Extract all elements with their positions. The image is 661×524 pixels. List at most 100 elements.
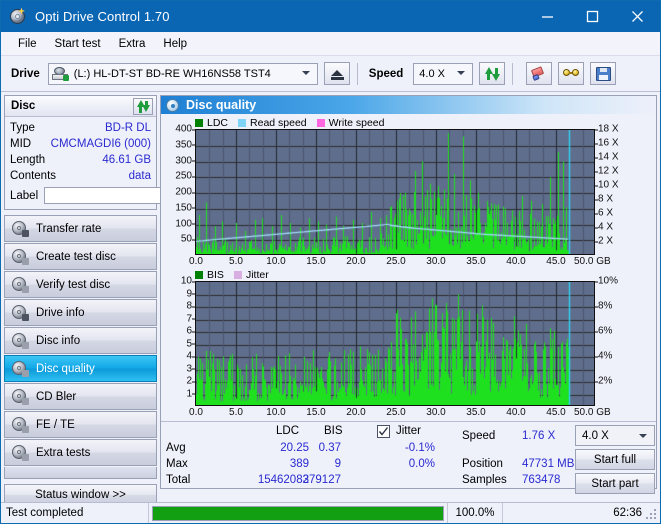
sidebar-item-disc-info[interactable]: Disc info bbox=[4, 327, 157, 354]
title-bar: Opti Drive Control 1.70 bbox=[1, 1, 660, 32]
test-speed-value: 4.0 X bbox=[582, 429, 609, 442]
menu-file[interactable]: File bbox=[9, 35, 46, 53]
resize-grip-icon[interactable] bbox=[646, 509, 658, 521]
menu-start-test[interactable]: Start test bbox=[46, 35, 110, 53]
y-tick-label: 6 X bbox=[594, 207, 614, 219]
x-tick-label: 0.0 bbox=[189, 256, 203, 268]
sidebar-item-label: Drive info bbox=[36, 306, 85, 319]
page-title: Disc quality bbox=[186, 98, 257, 113]
y-tick-label: 50 bbox=[180, 233, 196, 245]
y-tick-label: 7 bbox=[186, 313, 195, 325]
disc-row-contents: Contents data bbox=[10, 168, 151, 184]
inspect-button[interactable] bbox=[558, 62, 585, 85]
y-tick-label: 400 bbox=[175, 123, 195, 135]
legend-swatch-ldc bbox=[195, 118, 203, 127]
sidebar-item-cd-bler[interactable]: CD Bler bbox=[4, 383, 157, 410]
start-full-button[interactable]: Start full bbox=[575, 449, 655, 471]
menu-help[interactable]: Help bbox=[154, 35, 196, 53]
y-tick-label: 8 bbox=[186, 300, 195, 312]
disc-icon bbox=[11, 221, 29, 237]
y-tick-label: 250 bbox=[175, 170, 195, 182]
disc-icon bbox=[11, 445, 29, 461]
x-tick-label: 20.0 bbox=[346, 256, 366, 268]
nav-list: Transfer rate Create test disc Verify te… bbox=[4, 215, 157, 479]
speed-select[interactable]: 4.0 X bbox=[413, 62, 474, 85]
x-axis-unit-label: 50.0 GB bbox=[574, 407, 611, 419]
close-icon[interactable] bbox=[615, 1, 660, 32]
disc-row-contents-key: Contents bbox=[10, 170, 57, 182]
disc-icon bbox=[11, 417, 29, 433]
position-stat-label: Position bbox=[462, 458, 503, 471]
start-full-label: Start full bbox=[593, 453, 637, 466]
disc-icon bbox=[11, 361, 29, 377]
drive-select-value: (L:) HL-DT-ST BD-RE WH16NS58 TST4 bbox=[73, 67, 271, 80]
disc-refresh-button[interactable] bbox=[133, 97, 153, 115]
y-tick-label: 10 X bbox=[595, 179, 619, 191]
x-tick-label: 10.0 bbox=[266, 256, 286, 268]
drive-select[interactable]: (L:) HL-DT-ST BD-RE WH16NS58 TST4 bbox=[47, 62, 318, 85]
sidebar-item-verify-test-disc[interactable]: Verify test disc bbox=[4, 271, 157, 298]
disc-row-length-key: Length bbox=[10, 154, 46, 166]
y-tick-label: 1 bbox=[186, 388, 195, 400]
sidebar-item-label: CD Bler bbox=[36, 390, 77, 403]
sidebar-item-drive-info[interactable]: Drive info bbox=[4, 299, 157, 326]
y-tick-label: 6 bbox=[186, 325, 195, 337]
y-tick-label: 18 X bbox=[595, 123, 619, 135]
legend-swatch-write-speed bbox=[316, 118, 325, 127]
sidebar-item-fe-te[interactable]: FE / TE bbox=[4, 411, 157, 438]
y-tick-label: 16 X bbox=[595, 137, 619, 149]
sidebar-item-create-test-disc[interactable]: Create test disc bbox=[4, 243, 157, 270]
progress-bar bbox=[152, 505, 444, 521]
stats-avg-ldc: 20.25 bbox=[280, 442, 309, 455]
y-tick-label: 8% bbox=[594, 300, 613, 312]
legend-swatch-jitter bbox=[233, 270, 242, 279]
y-tick-label: 12 X bbox=[595, 165, 619, 177]
maximize-icon[interactable] bbox=[570, 1, 615, 32]
minimize-icon[interactable] bbox=[525, 1, 570, 32]
y-tick-label: 10% bbox=[594, 275, 619, 287]
test-speed-select[interactable]: 4.0 X bbox=[575, 425, 655, 447]
stats-row-max-label: Max bbox=[166, 458, 188, 471]
x-tick-label: 10.0 bbox=[266, 407, 286, 419]
y-tick-label: 2 bbox=[186, 375, 195, 387]
erase-button[interactable] bbox=[526, 62, 553, 85]
sidebar-item-disc-quality[interactable]: Disc quality bbox=[4, 355, 157, 382]
save-button[interactable] bbox=[590, 62, 617, 85]
speed-stat-value: 1.76 X bbox=[522, 430, 556, 443]
disc-info-list: Type BD-R DL MID CMCMAGDI6 (000) Length … bbox=[5, 117, 247, 209]
disc-panel-header: Disc bbox=[5, 96, 156, 117]
sidebar-item-transfer-rate[interactable]: Transfer rate bbox=[4, 215, 157, 242]
nav-filler bbox=[4, 467, 157, 479]
disc-label-row: Label bbox=[10, 186, 247, 205]
x-tick-label: 25.0 bbox=[386, 256, 406, 268]
chevron-down-icon bbox=[457, 69, 466, 78]
y-tick-label: 100 bbox=[175, 218, 195, 230]
x-tick-label: 20.0 bbox=[346, 407, 366, 419]
menu-extra[interactable]: Extra bbox=[110, 35, 155, 53]
jitter-checkbox[interactable] bbox=[377, 425, 390, 439]
start-part-button[interactable]: Start part bbox=[575, 473, 655, 495]
x-tick-label: 30.0 bbox=[426, 256, 446, 268]
status-window-label: Status window >> bbox=[35, 489, 126, 501]
disc-quality-icon bbox=[166, 98, 180, 112]
sidebar-item-label: Verify test disc bbox=[36, 278, 111, 291]
disc-icon bbox=[11, 305, 29, 321]
disc-panel-title: Disc bbox=[11, 100, 36, 112]
refresh-button[interactable] bbox=[479, 62, 506, 85]
start-part-label: Start part bbox=[591, 477, 639, 490]
disc-panel: Disc Type BD-R DL MID CMCMAGDI6 (000) Le… bbox=[4, 95, 247, 210]
glasses-icon bbox=[563, 67, 580, 80]
status-message: Test completed bbox=[1, 502, 149, 523]
top-chart-plot bbox=[195, 129, 595, 256]
y-tick-label: 10 bbox=[180, 275, 196, 287]
y-tick-label: 9 bbox=[186, 288, 195, 300]
legend-label-bis: BIS bbox=[207, 268, 224, 281]
legend-label-jitter: Jitter bbox=[245, 268, 269, 281]
disc-icon bbox=[11, 249, 29, 265]
stats-max-bis: 9 bbox=[334, 458, 341, 471]
x-tick-label: 15.0 bbox=[306, 256, 326, 268]
stats-row-avg-label: Avg bbox=[166, 442, 186, 455]
eject-button[interactable] bbox=[323, 62, 350, 85]
sidebar-item-extra-tests[interactable]: Extra tests bbox=[4, 439, 157, 466]
floppy-save-icon bbox=[595, 66, 611, 81]
